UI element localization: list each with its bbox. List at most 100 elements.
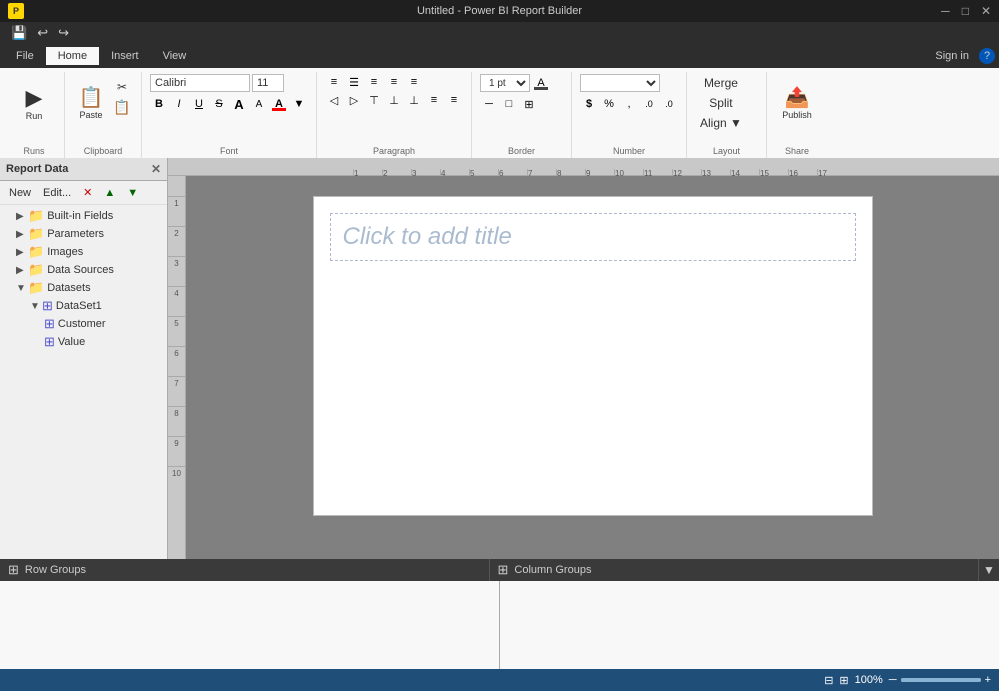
comma-button[interactable]: , [620, 96, 638, 112]
expander-builtin: ▶ [16, 211, 28, 222]
ribbon-group-border: 1 pt A ─ □ ⊞ Border [472, 72, 572, 158]
panel-close-button[interactable]: ✕ [151, 162, 161, 176]
tree-item-dataset1[interactable]: ▼ ⊞ DataSet1 [0, 297, 167, 315]
panel-toolbar: New Edit... ✕ ▲ ▼ [0, 181, 167, 205]
border-outline-button[interactable]: □ [500, 96, 518, 112]
tab-insert[interactable]: Insert [99, 47, 151, 65]
shrink-font-button[interactable]: A [250, 96, 268, 112]
tree-item-images[interactable]: ▶ 📁 Images [0, 243, 167, 261]
save-button[interactable]: 💾 [8, 24, 30, 42]
column-groups-tab[interactable]: ⊞ Column Groups [490, 559, 980, 581]
folder-icon-parameters: 📁 [28, 226, 44, 242]
tree-item-customer[interactable]: ⊞ Customer [0, 315, 167, 333]
status-bar: ⊟ ⊞ 100% ─ + [0, 669, 999, 691]
align-center-button[interactable]: ☰ [345, 74, 363, 90]
font-name-input[interactable] [150, 74, 250, 92]
app-icon: P [8, 3, 24, 19]
bullet-list-button[interactable]: ≡ [385, 74, 403, 90]
canvas-scroll-area[interactable]: 1 2 3 4 5 6 7 8 9 10 Click to add title [168, 176, 999, 559]
tab-home[interactable]: Home [46, 47, 99, 65]
valign-top-button[interactable]: ⊤ [365, 92, 383, 108]
tree-item-builtin-fields[interactable]: ▶ 📁 Built-in Fields [0, 207, 167, 225]
copy-button[interactable]: 📋 [111, 98, 133, 116]
folder-icon-images: 📁 [28, 244, 44, 260]
expander-data-sources: ▶ [16, 265, 28, 276]
tree-item-parameters[interactable]: ▶ 📁 Parameters [0, 225, 167, 243]
ruler-left: 1 2 3 4 5 6 7 8 9 10 [168, 176, 186, 559]
tree-item-datasets[interactable]: ▼ 📁 Datasets [0, 279, 167, 297]
grow-font-button[interactable]: A [230, 96, 248, 112]
help-button[interactable]: ? [979, 48, 995, 64]
columns-button[interactable]: ≡ [445, 92, 463, 108]
bottom-panel-collapse-button[interactable]: ▼ [979, 559, 999, 581]
title-placeholder[interactable]: Click to add title [330, 213, 856, 261]
paint-bucket-button[interactable]: ⊞ [520, 96, 538, 112]
report-canvas[interactable]: Click to add title [186, 176, 999, 559]
valign-bot-button[interactable]: ⊥ [405, 92, 423, 108]
report-page[interactable]: Click to add title [313, 196, 873, 516]
italic-button[interactable]: I [170, 96, 188, 112]
decrease-indent-button[interactable]: ◁ [325, 92, 343, 108]
ruler-mark-9: 9 [585, 169, 614, 175]
zoom-slider[interactable] [901, 678, 981, 682]
close-button[interactable]: ✕ [981, 4, 991, 18]
row-groups-tab[interactable]: ⊞ Row Groups [0, 559, 490, 581]
zoom-plus-button[interactable]: + [985, 674, 991, 686]
status-left-icon: ⊟ [824, 674, 833, 687]
dollar-button[interactable]: $ [580, 96, 598, 112]
ribbon-content: ▶ Run Runs 📋 Paste ✂ 📋 Clipboard B [0, 68, 999, 158]
number-list-button[interactable]: ≡ [405, 74, 423, 90]
merge-button[interactable]: Merge [695, 74, 747, 92]
font-size-input[interactable] [252, 74, 284, 92]
strikethrough-button[interactable]: S [210, 96, 228, 112]
minimize-button[interactable]: ─ [941, 4, 950, 18]
line-spacing-button[interactable]: ≡ [425, 92, 443, 108]
align-dropdown-button[interactable]: Align ▼ [695, 114, 747, 132]
ribbon-group-clipboard: 📋 Paste ✂ 📋 Clipboard [65, 72, 142, 158]
underline-button[interactable]: U [190, 96, 208, 112]
quick-access-toolbar: 💾 ↩ ↪ [0, 22, 999, 44]
percent-button[interactable]: % [600, 96, 618, 112]
move-up-button[interactable]: ▲ [99, 185, 120, 201]
publish-button[interactable]: 📤 Publish [775, 74, 819, 134]
expander-datasets: ▼ [16, 283, 28, 294]
align-left-button[interactable]: ≡ [325, 74, 343, 90]
align-right-button[interactable]: ≡ [365, 74, 383, 90]
move-down-button[interactable]: ▼ [122, 185, 143, 201]
bold-button[interactable]: B [150, 96, 168, 112]
valign-mid-button[interactable]: ⊥ [385, 92, 403, 108]
new-data-button[interactable]: New [4, 185, 36, 201]
delete-data-button[interactable]: ✕ [78, 184, 97, 201]
increase-decimal-button[interactable]: .0 [640, 96, 658, 112]
border-color-button[interactable]: A [532, 75, 550, 91]
edit-data-button[interactable]: Edit... [38, 185, 76, 201]
border-weight-select[interactable]: 1 pt [480, 74, 530, 92]
ribbon-group-share: 📤 Publish Share [767, 72, 827, 158]
content-area: 1 2 3 4 5 6 7 8 9 10 11 12 13 14 15 16 1… [168, 158, 999, 559]
ruler-mark-6: 6 [498, 169, 527, 175]
field-icon-customer: ⊞ [44, 316, 55, 332]
border-style-button[interactable]: ─ [480, 96, 498, 112]
increase-indent-button[interactable]: ▷ [345, 92, 363, 108]
tab-view[interactable]: View [151, 47, 199, 65]
tree-item-data-sources[interactable]: ▶ 📁 Data Sources [0, 261, 167, 279]
paste-button[interactable]: 📋 Paste [73, 74, 109, 134]
window-title: Untitled - Power BI Report Builder [417, 5, 582, 17]
decrease-decimal-button[interactable]: .0 [660, 96, 678, 112]
tab-file[interactable]: File [4, 47, 46, 65]
cut-button[interactable]: ✂ [111, 78, 133, 96]
panel-tree: ▶ 📁 Built-in Fields ▶ 📁 Parameters ▶ 📁 I… [0, 205, 167, 559]
ruler-mark-13: 13 [701, 169, 730, 175]
tree-item-value[interactable]: ⊞ Value [0, 333, 167, 351]
highlight-color-button[interactable]: ▼ [290, 96, 308, 112]
split-button[interactable]: Split [695, 94, 747, 112]
run-button[interactable]: ▶ Run [12, 74, 56, 134]
redo-button[interactable]: ↪ [55, 24, 72, 42]
zoom-minus-button[interactable]: ─ [889, 674, 897, 686]
undo-button[interactable]: ↩ [34, 24, 51, 42]
sign-in-link[interactable]: Sign in [935, 50, 969, 62]
number-format-select[interactable] [580, 74, 660, 92]
ruler-mark-17: 17 [817, 169, 846, 175]
font-color-button[interactable]: A [270, 96, 288, 112]
maximize-button[interactable]: □ [962, 4, 969, 18]
